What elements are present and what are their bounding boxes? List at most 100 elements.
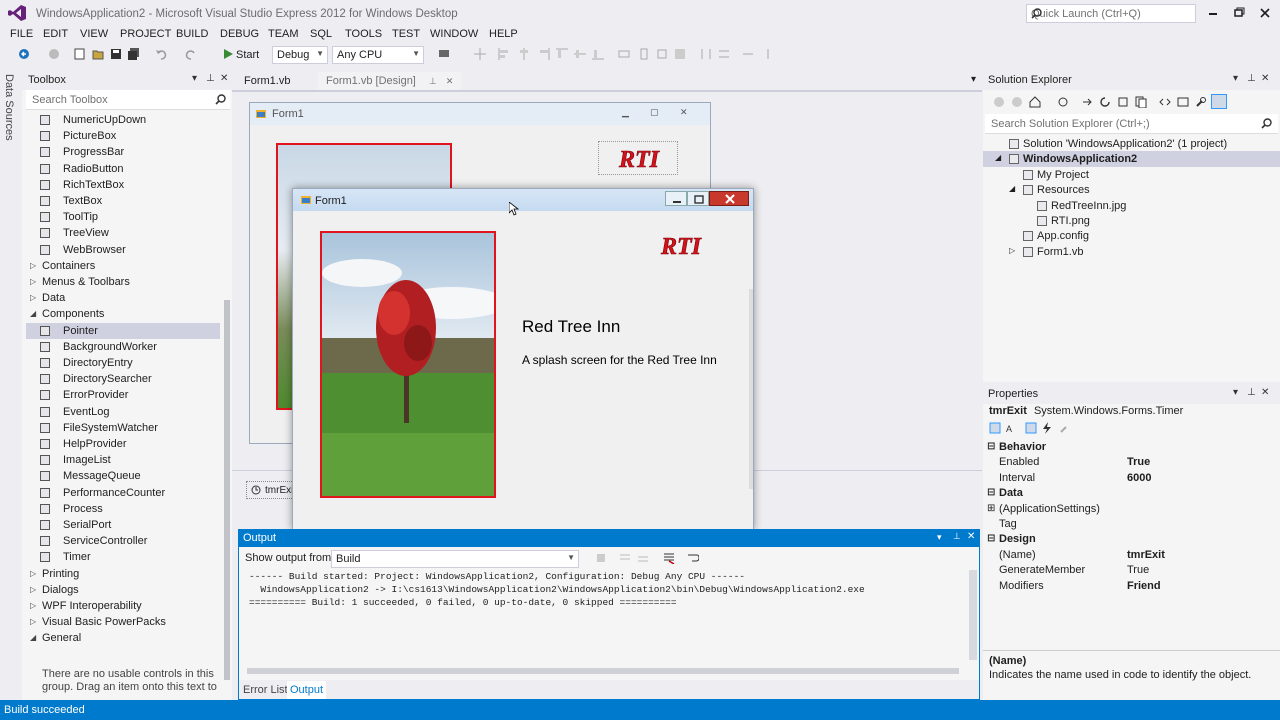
toolbox-item[interactable]: FileSystemWatcher <box>26 420 220 436</box>
center-vertically-icon[interactable] <box>762 48 774 60</box>
solution-tree-node[interactable]: ◢ Resources <box>983 182 1280 198</box>
pin-icon[interactable]: ⊥ <box>429 76 437 86</box>
collapsed-icon[interactable]: ▷ <box>30 277 36 286</box>
toolbox-item[interactable]: ToolTip <box>26 209 220 225</box>
word-wrap-icon[interactable] <box>687 552 699 564</box>
menu-build[interactable]: BUILD <box>176 28 208 40</box>
start-button-label[interactable]: Start <box>236 49 259 61</box>
output-text[interactable]: ------ Build started: Project: WindowsAp… <box>249 570 865 609</box>
dropdown-icon[interactable]: ▾ <box>192 73 197 84</box>
menu-help[interactable]: HELP <box>489 28 518 40</box>
size-to-grid-icon[interactable] <box>674 48 686 60</box>
horizontal-spacing-icon[interactable] <box>700 48 712 60</box>
toolbox-item[interactable]: WebBrowser <box>26 242 220 258</box>
open-file-icon[interactable] <box>92 48 104 60</box>
toolbox-item[interactable]: DirectorySearcher <box>26 371 220 387</box>
toolbox-item[interactable]: MessageQueue <box>26 468 220 484</box>
properties-view-icon[interactable] <box>1025 422 1037 434</box>
dropdown-icon[interactable]: ▾ <box>937 532 942 543</box>
align-centers-icon[interactable] <box>518 48 530 60</box>
undo-icon[interactable] <box>155 48 167 60</box>
tab-form1-vb[interactable]: Form1.vb <box>236 72 298 90</box>
dropdown-icon[interactable]: ▾ <box>1233 73 1238 84</box>
menu-tools[interactable]: TOOLS <box>345 28 382 40</box>
pin-icon[interactable]: ⊥ <box>953 531 961 542</box>
sync-icon[interactable] <box>1081 96 1093 108</box>
expanded-icon[interactable]: ◢ <box>1009 184 1015 193</box>
toolbox-item[interactable]: EventLog <box>26 404 220 420</box>
toolbox-category[interactable]: ▷ Containers <box>26 258 220 274</box>
data-sources-strip[interactable]: Data Sources <box>0 70 22 700</box>
close-icon[interactable]: ✕ <box>446 76 454 86</box>
visual-studio-logo-icon[interactable] <box>8 5 26 21</box>
collapse-icon[interactable]: ⊟ <box>987 441 995 452</box>
property-row[interactable]: Enabled True <box>983 455 1280 470</box>
preview-selected-items-icon[interactable] <box>1211 94 1227 109</box>
data-sources-tab[interactable]: Data Sources <box>3 74 15 141</box>
find-in-files-icon[interactable] <box>438 48 450 60</box>
close-button[interactable] <box>1252 4 1278 22</box>
solution-tree-node[interactable]: ▷ Form1.vb <box>983 244 1280 260</box>
output-vertical-scrollbar[interactable] <box>969 570 977 660</box>
toolbox-item[interactable]: BackgroundWorker <box>26 339 220 355</box>
toolbox-item[interactable]: DirectoryEntry <box>26 355 220 371</box>
solution-platform-dropdown[interactable]: Any CPU ▼ <box>332 46 424 64</box>
expanded-icon[interactable]: ◢ <box>995 153 1001 162</box>
align-rights-icon[interactable] <box>538 48 550 60</box>
align-lefts-icon[interactable] <box>498 48 510 60</box>
menu-window[interactable]: WINDOW <box>430 28 478 40</box>
design-logo-box[interactable]: RTI <box>598 141 678 175</box>
toolbox-item[interactable]: Timer <box>26 549 220 565</box>
make-same-size-icon[interactable] <box>656 48 668 60</box>
property-row[interactable]: Modifiers Friend <box>983 579 1280 594</box>
toolbox-item[interactable]: SerialPort <box>26 517 220 533</box>
toolbox-item[interactable]: ProgressBar <box>26 144 220 160</box>
tab-output[interactable]: Output <box>287 681 327 699</box>
menu-file[interactable]: FILE <box>10 28 33 40</box>
toolbox-item[interactable]: Pointer <box>26 322 220 339</box>
clear-all-icon[interactable] <box>663 552 675 564</box>
collapse-all-icon[interactable] <box>1117 96 1129 108</box>
pin-icon[interactable]: ⊥ <box>1247 73 1256 84</box>
toolbox-item[interactable]: RichTextBox <box>26 177 220 193</box>
property-row[interactable]: (Name) tmrExit <box>983 548 1280 563</box>
solution-search-input[interactable]: Search Solution Explorer (Ctrl+;) <box>985 114 1278 134</box>
toolbox-item[interactable]: RadioButton <box>26 161 220 177</box>
running-form-titlebar[interactable]: Form1 <box>293 189 753 211</box>
collapse-icon[interactable]: ⊟ <box>987 487 995 498</box>
property-row[interactable]: Interval 6000 <box>983 471 1280 486</box>
collapsed-icon[interactable]: ▷ <box>30 293 36 302</box>
property-value[interactable]: 6000 <box>1127 472 1151 484</box>
toolbox-category[interactable]: ◢ General <box>26 630 220 646</box>
form-maximize-button[interactable] <box>687 191 709 206</box>
menu-edit[interactable]: EDIT <box>43 28 68 40</box>
expanded-icon[interactable]: ◢ <box>30 309 36 318</box>
property-value[interactable]: tmrExit <box>1127 549 1165 561</box>
property-value[interactable]: True <box>1127 564 1149 576</box>
start-debugging-icon[interactable] <box>222 48 234 60</box>
align-tops-icon[interactable] <box>556 48 568 60</box>
toolbox-item[interactable]: PictureBox <box>26 128 220 144</box>
property-category[interactable]: ⊟ Behavior <box>983 440 1280 455</box>
toolbox-item[interactable]: NumericUpDown <box>26 112 220 128</box>
toolbox-item[interactable]: ErrorProvider <box>26 387 220 403</box>
collapsed-icon[interactable]: ▷ <box>1009 246 1015 255</box>
next-message-icon[interactable] <box>637 552 649 564</box>
property-pages-icon[interactable] <box>1059 422 1071 434</box>
toolbox-category[interactable]: ▷ Visual Basic PowerPacks <box>26 614 220 630</box>
tab-dropdown-icon[interactable]: ▾ <box>971 74 976 85</box>
show-all-files-icon[interactable] <box>1135 96 1147 108</box>
toolbox-category[interactable]: ▷ WPF Interoperability <box>26 598 220 614</box>
home-icon[interactable] <box>1029 96 1041 108</box>
forward-icon[interactable] <box>1011 96 1023 108</box>
menu-test[interactable]: TEST <box>392 28 420 40</box>
menu-team[interactable]: TEAM <box>268 28 299 40</box>
center-horizontally-icon[interactable] <box>742 48 754 60</box>
solution-tree-node[interactable]: ◢ WindowsApplication2 <box>983 151 1280 168</box>
align-middles-icon[interactable] <box>574 48 586 60</box>
pin-icon[interactable]: ⊥ <box>206 73 215 84</box>
align-grid-icon[interactable] <box>474 48 486 60</box>
expand-icon[interactable]: ⊞ <box>987 503 995 514</box>
toolbox-item[interactable]: ImageList <box>26 452 220 468</box>
prev-message-icon[interactable] <box>619 552 631 564</box>
